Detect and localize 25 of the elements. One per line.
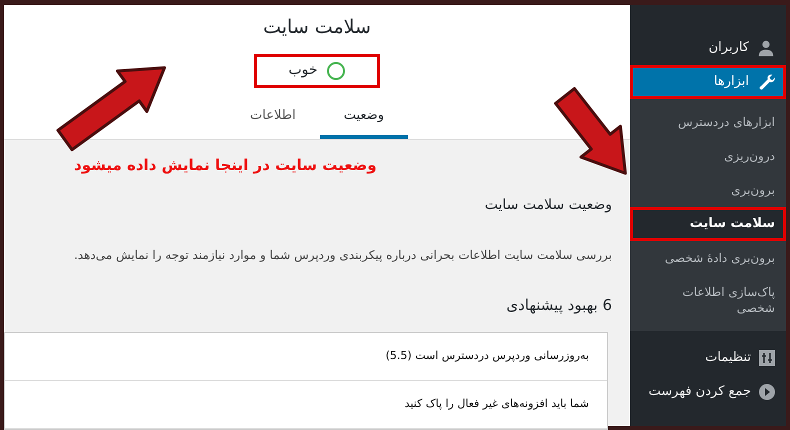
- wrench-icon: [757, 73, 775, 91]
- improvement-item[interactable]: به‌روزرسانی وردپرس دردسترس است (5.5): [386, 348, 589, 365]
- submenu-item[interactable]: پاک‌سازی اطلاعات شخصی: [630, 275, 786, 325]
- sliders-icon: [759, 350, 775, 366]
- tab[interactable]: وضعیت: [320, 100, 408, 139]
- sidebar-item[interactable]: تنظیمات: [630, 341, 786, 375]
- page-title: سلامت سایت: [263, 15, 371, 40]
- improvement-item[interactable]: شما باید افزونه‌های غیر فعال را پاک کنید: [404, 396, 589, 413]
- status-label: خوب: [288, 61, 318, 80]
- sidebar-item[interactable]: کاربران: [630, 31, 786, 65]
- improvements-heading: 6 بهبود پیشنهادی: [505, 294, 612, 316]
- section-heading: وضعیت سلامت سایت: [484, 196, 612, 214]
- tab[interactable]: اطلاعات: [226, 100, 320, 139]
- submenu-item[interactable]: برون‌بری: [630, 173, 786, 207]
- submenu-item[interactable]: درون‌ریزی: [630, 139, 786, 173]
- sidebar-item[interactable]: جمع کردن فهرست: [630, 375, 786, 409]
- sidebar-item[interactable]: ابزارها: [630, 65, 786, 99]
- submenu-item[interactable]: برون‌بری دادهٔ شخصی: [630, 241, 786, 275]
- submenu-item[interactable]: ابزارهای دردسترس: [630, 105, 786, 139]
- status-ring-icon: [326, 60, 346, 80]
- description-text: بررسی سلامت سایت اطلاعات بحرانی درباره پیکربندی وردپرس شما و موارد نیازمند توجه را نمایش می‌دهد.: [72, 246, 612, 264]
- user-icon: [757, 39, 775, 57]
- annotation-text: وضعیت سایت در اینجا نمایش داده میشود: [73, 155, 378, 176]
- submenu-item[interactable]: سلامت سایت: [630, 207, 786, 241]
- collapse-icon: [759, 384, 775, 400]
